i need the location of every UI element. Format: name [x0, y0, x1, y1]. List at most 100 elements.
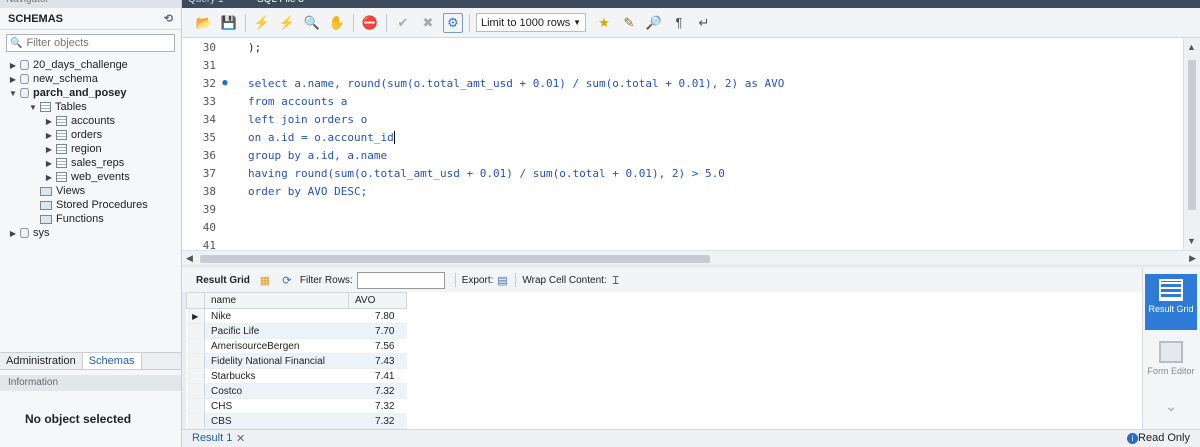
sql-editor[interactable]: 30 ); 31 32 ● select a.name, round(sum(o.… — [182, 38, 1200, 250]
tree-tables-folder[interactable]: ▼ Tables — [0, 100, 181, 114]
tab-result-1[interactable]: Result 1 — [192, 432, 232, 444]
grid-layout-icon[interactable]: ▦ — [258, 273, 272, 287]
scroll-right-icon[interactable]: ▶ — [1189, 253, 1196, 264]
refresh-icon[interactable]: ⟳ — [280, 273, 294, 287]
tree-table-accounts[interactable]: ▶ accounts — [0, 114, 181, 128]
result-grid-button[interactable]: Result Grid — [1145, 274, 1197, 330]
cell-name[interactable]: Fidelity National Financial — [204, 353, 349, 369]
table-row[interactable]: CBS 7.32 — [186, 413, 407, 429]
open-file-icon[interactable]: 📂 — [194, 13, 214, 33]
expand-icon[interactable]: ▶ — [8, 229, 18, 238]
expand-icon[interactable]: ▶ — [44, 173, 54, 182]
table-row[interactable]: Starbucks 7.41 — [186, 368, 407, 384]
functions-icon — [40, 214, 52, 224]
format-icon[interactable]: ✎ — [619, 13, 639, 33]
cell-name[interactable]: CBS — [204, 413, 349, 429]
tree-table-web-events[interactable]: ▶ web_events — [0, 170, 181, 184]
cell-name[interactable]: CHS — [204, 398, 349, 414]
tree-schema-20-days[interactable]: ▶ 20_days_challenge — [0, 58, 181, 72]
scroll-up-icon[interactable]: ▲ — [1187, 42, 1196, 52]
document-tabs: Query 1 SQL File 3 — [182, 0, 1200, 8]
explain-icon[interactable]: 🔍 — [302, 13, 322, 33]
tree-table-orders[interactable]: ▶ orders — [0, 128, 181, 142]
code-line: 39 — [182, 200, 1182, 218]
cell-name[interactable]: Nike — [204, 308, 349, 324]
cell-avo[interactable]: 7.41 — [348, 368, 407, 384]
result-grid-label[interactable]: Result Grid — [196, 275, 250, 286]
editor-horizontal-scrollbar[interactable]: ◀ ▶ — [182, 250, 1200, 266]
schema-label: new_schema — [33, 73, 98, 85]
autocommit-icon[interactable]: ⚙ — [443, 12, 463, 33]
table-row[interactable]: Costco 7.32 — [186, 383, 407, 399]
tab-sql-file-3[interactable]: SQL File 3 — [257, 0, 304, 8]
scroll-thumb[interactable] — [1188, 60, 1196, 210]
commit-icon[interactable]: ✔ — [393, 13, 413, 33]
save-icon[interactable]: 💾 — [219, 13, 239, 33]
tree-table-sales-reps[interactable]: ▶ sales_reps — [0, 156, 181, 170]
find-icon[interactable]: 🔎 — [644, 13, 664, 33]
tree-funcs-folder[interactable]: Functions — [0, 212, 181, 226]
expand-icon[interactable]: ▶ — [44, 145, 54, 154]
scroll-down-icon[interactable]: ▼ — [1187, 236, 1196, 246]
table-row[interactable]: AmerisourceBergen 7.56 — [186, 338, 407, 354]
expand-icon[interactable]: ▶ — [8, 75, 18, 84]
tab-schemas[interactable]: Schemas — [81, 353, 142, 369]
line-number: 39 — [202, 202, 216, 216]
chevron-down-icon[interactable]: ⌄ — [1145, 398, 1197, 415]
tab-query-1[interactable]: Query 1 — [188, 0, 224, 8]
sql-toolbar: 📂 💾 ⚡ ⚡ 🔍 ✋ ⛔ ✔ ✖ ⚙ Limit to 1000 rows ▼… — [182, 8, 1200, 38]
filter-rows-input[interactable] — [356, 271, 445, 289]
form-editor-button[interactable]: Form Editor — [1145, 336, 1197, 376]
table-row[interactable]: CHS 7.32 — [186, 398, 407, 414]
cell-name[interactable]: Starbucks — [204, 368, 349, 384]
cell-avo[interactable]: 7.80 — [348, 308, 407, 324]
tree-schema-new[interactable]: ▶ new_schema — [0, 72, 181, 86]
tree-schema-parch[interactable]: ▼ parch_and_posey — [0, 86, 181, 100]
table-row[interactable]: ▶ Nike 7.80 — [186, 308, 407, 324]
tree-procs-folder[interactable]: Stored Procedures — [0, 198, 181, 212]
scroll-thumb[interactable] — [200, 255, 710, 263]
export-icon[interactable]: ▤ — [495, 273, 509, 287]
toggle-error-icon[interactable]: ⛔ — [360, 13, 380, 33]
collapse-icon[interactable]: ▼ — [28, 103, 38, 112]
line-number: 36 — [202, 148, 216, 162]
collapse-icon[interactable]: ▼ — [8, 89, 18, 98]
tree-table-region[interactable]: ▶ region — [0, 142, 181, 156]
table-row[interactable]: Pacific Life 7.70 — [186, 323, 407, 339]
invisible-chars-icon[interactable]: ¶ — [669, 13, 689, 33]
expand-icon[interactable]: ▶ — [44, 159, 54, 168]
expand-icon[interactable]: ▶ — [8, 61, 18, 70]
tree-schema-sys[interactable]: ▶ sys — [0, 226, 181, 240]
expand-icon[interactable]: ▶ — [44, 117, 54, 126]
cell-avo[interactable]: 7.32 — [348, 383, 407, 399]
cell-avo[interactable]: 7.32 — [348, 398, 407, 414]
tab-administration[interactable]: Administration — [0, 353, 82, 369]
filter-objects-input[interactable] — [26, 37, 174, 49]
cell-name[interactable]: AmerisourceBergen — [204, 338, 349, 354]
wrap-cell-icon[interactable]: Ɪ — [609, 273, 623, 287]
table-row[interactable]: Fidelity National Financial 7.43 — [186, 353, 407, 369]
cell-avo[interactable]: 7.32 — [348, 413, 407, 429]
stop-icon[interactable]: ✋ — [327, 13, 347, 33]
expand-icon[interactable]: ▶ — [44, 131, 54, 140]
execute-icon[interactable]: ⚡ — [252, 13, 272, 33]
execute-current-icon[interactable]: ⚡ — [277, 13, 297, 33]
close-icon[interactable]: ✕ — [236, 432, 245, 445]
cell-name[interactable]: Pacific Life — [204, 323, 349, 339]
wrap-lines-icon[interactable]: ↵ — [694, 13, 714, 33]
editor-vertical-scrollbar[interactable]: ▲ ▼ — [1183, 38, 1200, 250]
scroll-left-icon[interactable]: ◀ — [186, 253, 193, 264]
cell-avo[interactable]: 7.43 — [348, 353, 407, 369]
column-header-avo[interactable]: AVO — [348, 292, 407, 309]
cell-avo[interactable]: 7.70 — [348, 323, 407, 339]
rollback-icon[interactable]: ✖ — [418, 13, 438, 33]
tree-views-folder[interactable]: Views — [0, 184, 181, 198]
result-grid[interactable]: name AVO ▶ Nike 7.80 Pacific Life 7.70 A — [186, 292, 1142, 429]
column-header-name[interactable]: name — [204, 292, 349, 309]
beautify-icon[interactable]: ★ — [594, 13, 614, 33]
cell-name[interactable]: Costco — [204, 383, 349, 399]
database-icon — [20, 74, 29, 84]
cell-avo[interactable]: 7.56 — [348, 338, 407, 354]
limit-rows-select[interactable]: Limit to 1000 rows ▼ — [476, 13, 586, 32]
refresh-icon[interactable]: ⟲ — [164, 12, 173, 25]
